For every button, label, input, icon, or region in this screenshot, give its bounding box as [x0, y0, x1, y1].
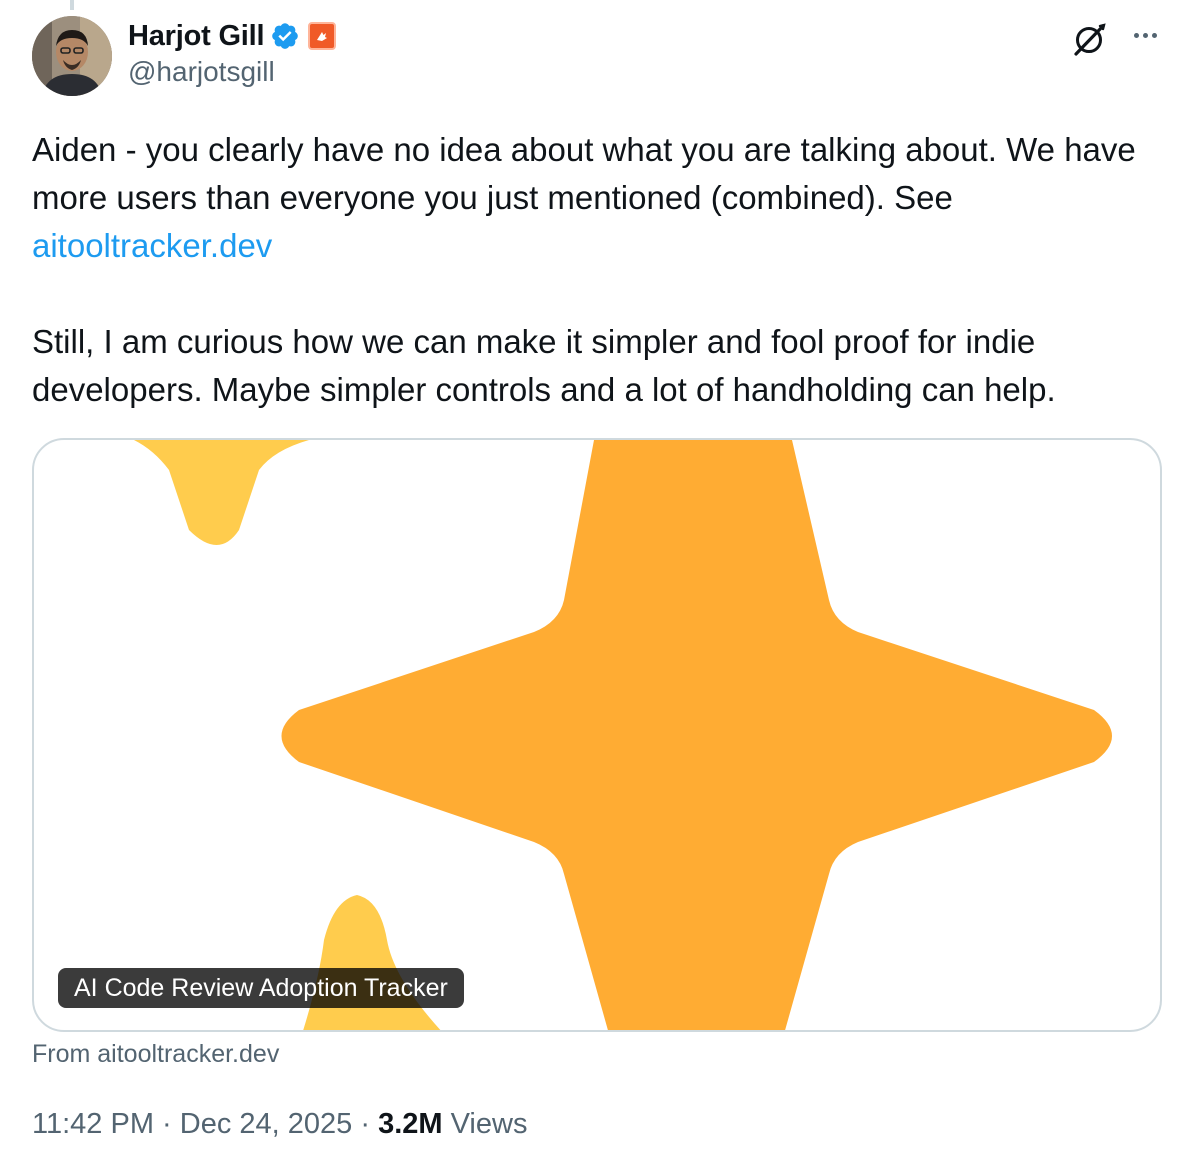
dot	[1151, 32, 1157, 38]
tweet-date[interactable]: Dec 24, 2025	[180, 1108, 353, 1140]
tweet-paragraph-2: Still, I am curious how we can make it s…	[32, 323, 1056, 408]
tweet-body: Aiden - you clearly have no idea about w…	[32, 126, 1162, 414]
author-name-row: Harjot Gill	[128, 16, 337, 56]
views-label: Views	[450, 1108, 528, 1140]
views-count: 3.2M	[378, 1108, 443, 1140]
meta-separator: ·	[352, 1108, 379, 1140]
link-preview-card[interactable]: AI Code Review Adoption Tracker	[32, 438, 1162, 1032]
card-title-overlay: AI Code Review Adoption Tracker	[58, 968, 464, 1008]
card-source-link[interactable]: From aitooltracker.dev	[32, 1040, 279, 1069]
more-options-icon[interactable]	[1126, 20, 1164, 50]
sparkle-image	[134, 440, 1112, 1030]
dot	[1142, 32, 1148, 38]
author-display-name[interactable]: Harjot Gill	[128, 20, 265, 53]
grok-icon[interactable]	[1070, 20, 1108, 58]
author-handle[interactable]: @harjotsgill	[128, 56, 275, 88]
dot	[1133, 32, 1139, 38]
thread-connector-line	[70, 0, 74, 10]
tweet-meta: 11:42 PM · Dec 24, 2025 · 3.2M Views	[32, 1108, 527, 1141]
avatar-image	[32, 16, 112, 96]
tweet-link[interactable]: aitooltracker.dev	[32, 227, 272, 264]
meta-separator: ·	[153, 1108, 180, 1140]
tweet-paragraph-1: Aiden - you clearly have no idea about w…	[32, 126, 1162, 270]
avatar[interactable]	[32, 16, 112, 96]
tweet-timestamp[interactable]: 11:42 PM	[32, 1108, 154, 1140]
verified-badge-icon[interactable]	[270, 21, 300, 51]
affiliate-badge-icon[interactable]	[308, 22, 337, 50]
tweet-paragraph-1-text: Aiden - you clearly have no idea about w…	[32, 131, 1136, 216]
